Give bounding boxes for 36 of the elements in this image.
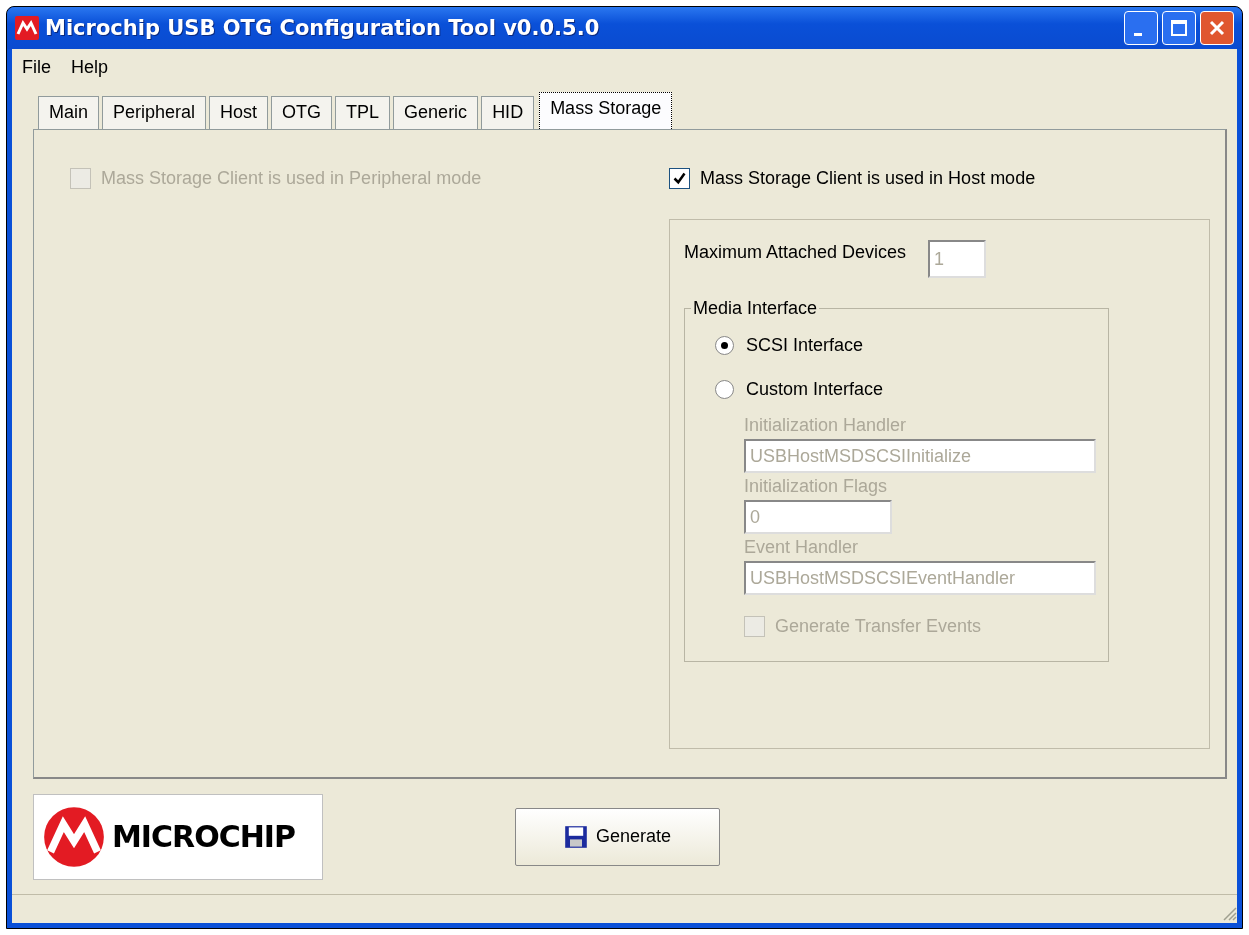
tab[interactable]: HID bbox=[481, 96, 535, 129]
field-label: Initialization Flags bbox=[744, 476, 888, 497]
checkbox-label: Generate Transfer Events bbox=[775, 616, 982, 637]
tab[interactable]: Mass Storage bbox=[539, 92, 673, 129]
tab[interactable]: Generic bbox=[393, 96, 479, 129]
tab[interactable]: Peripheral bbox=[102, 96, 207, 129]
tab[interactable]: Main bbox=[38, 96, 99, 129]
logo-icon bbox=[42, 804, 106, 869]
maximize-icon bbox=[1169, 18, 1189, 38]
save-icon bbox=[563, 824, 588, 849]
checkbox-label: Mass Storage Client is used in Host mode bbox=[700, 168, 1036, 189]
minimize-button[interactable] bbox=[1124, 11, 1158, 45]
logo-icon bbox=[15, 16, 39, 40]
checkbox[interactable] bbox=[669, 168, 690, 189]
tab[interactable]: Host bbox=[209, 96, 269, 129]
maximize-button[interactable] bbox=[1162, 11, 1196, 45]
group-title: Media Interface bbox=[692, 298, 819, 319]
generate-button[interactable]: Generate bbox=[515, 807, 720, 866]
close-button[interactable] bbox=[1200, 11, 1234, 45]
field-label: Initialization Handler bbox=[744, 415, 907, 436]
menu-item[interactable]: File bbox=[22, 56, 51, 78]
field-label: Maximum Attached Devices bbox=[684, 242, 907, 263]
tab[interactable]: OTG bbox=[271, 96, 333, 129]
resize-grip-icon[interactable] bbox=[1221, 905, 1237, 921]
logo-text: MICROCHIP bbox=[112, 819, 295, 854]
window-title: Microchip USB OTG Configuration Tool v0.0.5.0 bbox=[45, 16, 601, 40]
checkbox-label: Mass Storage Client is used in Peripheral mode bbox=[101, 168, 482, 189]
close-icon bbox=[1207, 18, 1227, 38]
radio-label: SCSI Interface bbox=[746, 334, 864, 356]
radio-button[interactable] bbox=[715, 379, 734, 399]
tab[interactable]: TPL bbox=[335, 96, 391, 129]
radio-button[interactable] bbox=[715, 335, 734, 355]
minimize-icon bbox=[1134, 32, 1142, 36]
menu-item[interactable]: Help bbox=[71, 56, 109, 78]
radio-label: Custom Interface bbox=[746, 378, 884, 400]
field-label: Event Handler bbox=[744, 537, 859, 558]
